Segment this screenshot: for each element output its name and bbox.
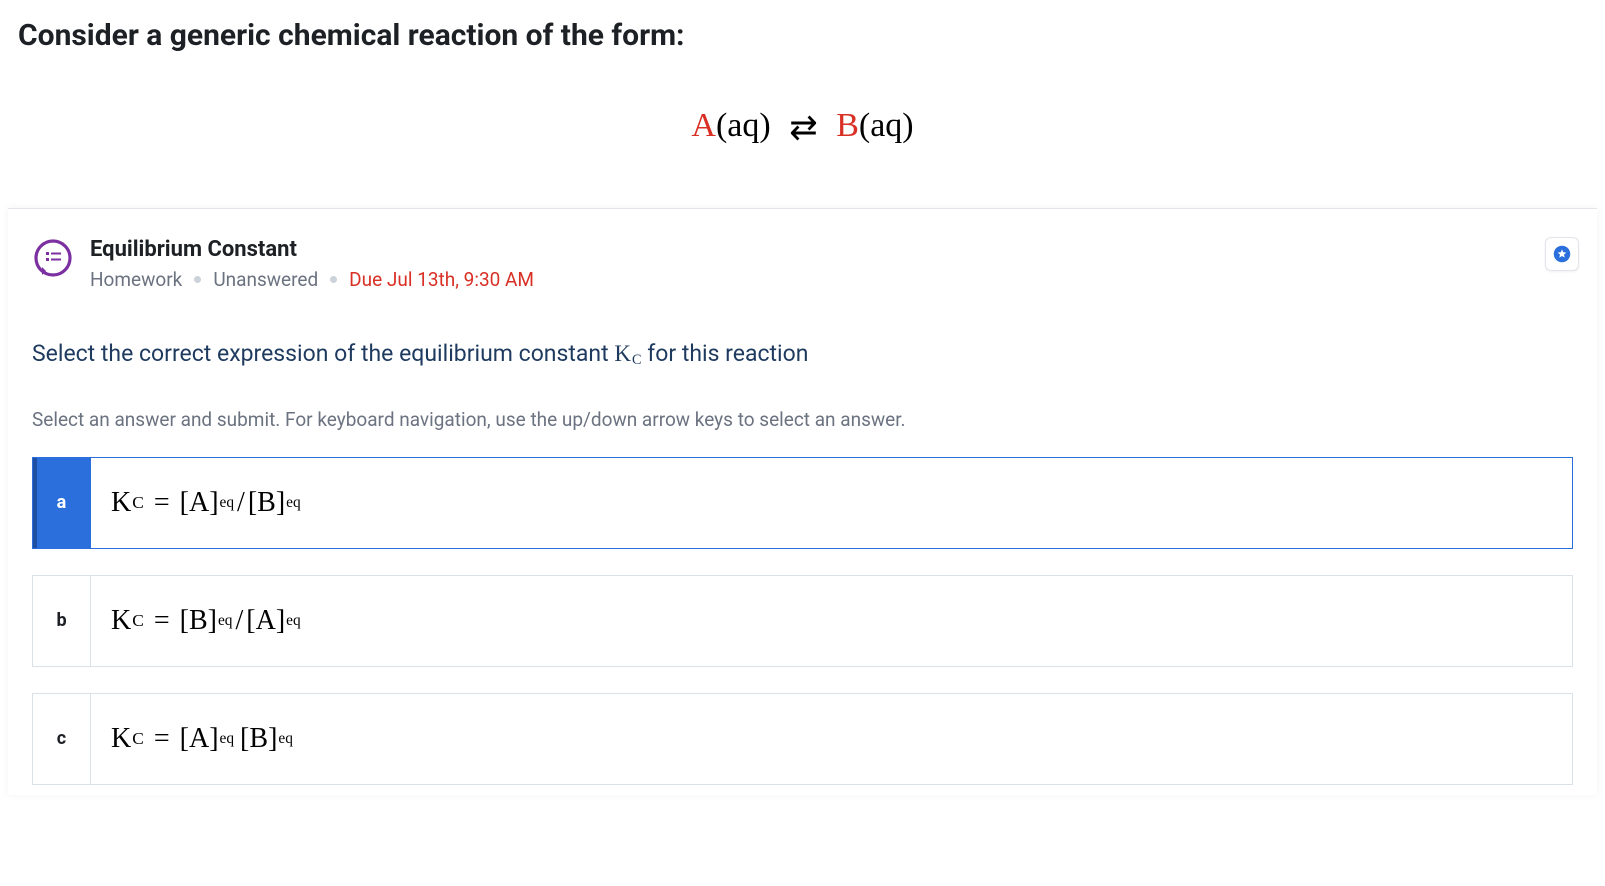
close-bracket: ] [276, 487, 285, 519]
term-1: A [189, 487, 209, 519]
k-symbol: K [111, 487, 131, 519]
question-type-icon [32, 237, 74, 279]
answer-list: a KC = [A]eq/[B]eq b KC = [B]eq/[A]eq c … [32, 457, 1573, 785]
term-2-sub: eq [285, 612, 301, 630]
term-2-sub: eq [277, 730, 293, 748]
answer-instructions: Select an answer and submit. For keyboar… [32, 408, 1573, 431]
answer-letter: c [33, 694, 91, 784]
close-bracket: ] [209, 723, 218, 755]
equals-sign: = [154, 723, 170, 755]
equals-sign: = [154, 605, 170, 637]
question-meta: Homework Unanswered Due Jul 13th, 9:30 A… [90, 268, 1573, 291]
equals-sign: = [154, 487, 170, 519]
close-bracket: ] [268, 723, 277, 755]
product-species: B [836, 107, 859, 144]
answer-option-b[interactable]: b KC = [B]eq/[A]eq [32, 575, 1573, 667]
meta-category: Homework [90, 268, 182, 291]
answer-expression: KC = [A]eq[B]eq [91, 694, 313, 784]
answer-letter: a [33, 458, 91, 548]
term-2: A [256, 605, 276, 637]
meta-due: Due Jul 13th, 9:30 AM [349, 268, 534, 291]
prompt-pre: Select the correct expression of the equ… [32, 340, 614, 367]
question-prompt: Select the correct expression of the equ… [32, 337, 1573, 372]
k-subscript: C [131, 611, 144, 631]
k-symbol: K [111, 723, 131, 755]
term-1-sub: eq [219, 494, 235, 512]
answer-option-c[interactable]: c KC = [A]eq[B]eq [32, 693, 1573, 785]
reactant-species: A [691, 107, 716, 144]
answer-option-a[interactable]: a KC = [A]eq/[B]eq [32, 457, 1573, 549]
prompt-k-sub: C [631, 352, 642, 368]
question-header: Equilibrium Constant Homework Unanswered… [32, 237, 1573, 291]
prompt-k: K [614, 341, 631, 366]
close-bracket: ] [276, 605, 285, 637]
question-card: Equilibrium Constant Homework Unanswered… [8, 208, 1597, 795]
answer-letter: b [33, 576, 91, 666]
equilibrium-arrow-icon: ⇄ [789, 108, 818, 148]
close-bracket: ] [208, 605, 217, 637]
open-bracket: [ [248, 487, 257, 519]
question-title: Equilibrium Constant [90, 237, 1573, 262]
open-bracket: [ [180, 487, 189, 519]
product-phase: (aq) [859, 107, 914, 144]
term-2: B [257, 487, 276, 519]
open-bracket: [ [180, 605, 189, 637]
term-1: A [189, 723, 209, 755]
open-bracket: [ [246, 605, 255, 637]
answer-expression: KC = [B]eq/[A]eq [91, 576, 321, 666]
meta-status: Unanswered [213, 268, 318, 291]
open-bracket: [ [180, 723, 189, 755]
meta-separator-icon [330, 276, 337, 283]
k-subscript: C [131, 729, 144, 749]
reaction-equation: A(aq) ⇄ B(aq) [0, 67, 1605, 208]
open-bracket: [ [240, 723, 249, 755]
term-2-sub: eq [285, 494, 301, 512]
close-bracket: ] [209, 487, 218, 519]
k-subscript: C [131, 493, 144, 513]
term-1-sub: eq [217, 612, 233, 630]
star-icon [1553, 245, 1571, 263]
k-symbol: K [111, 605, 131, 637]
meta-separator-icon [194, 276, 201, 283]
prompt-post: for this reaction [642, 340, 809, 367]
term-2: B [249, 723, 268, 755]
operator: / [237, 487, 245, 519]
page-title: Consider a generic chemical reaction of … [0, 0, 1605, 67]
term-1: B [189, 605, 208, 637]
answer-expression: KC = [A]eq/[B]eq [91, 458, 321, 548]
reactant-phase: (aq) [716, 107, 771, 144]
operator: / [236, 605, 244, 637]
bookmark-button[interactable] [1545, 237, 1579, 271]
term-1-sub: eq [219, 730, 235, 748]
